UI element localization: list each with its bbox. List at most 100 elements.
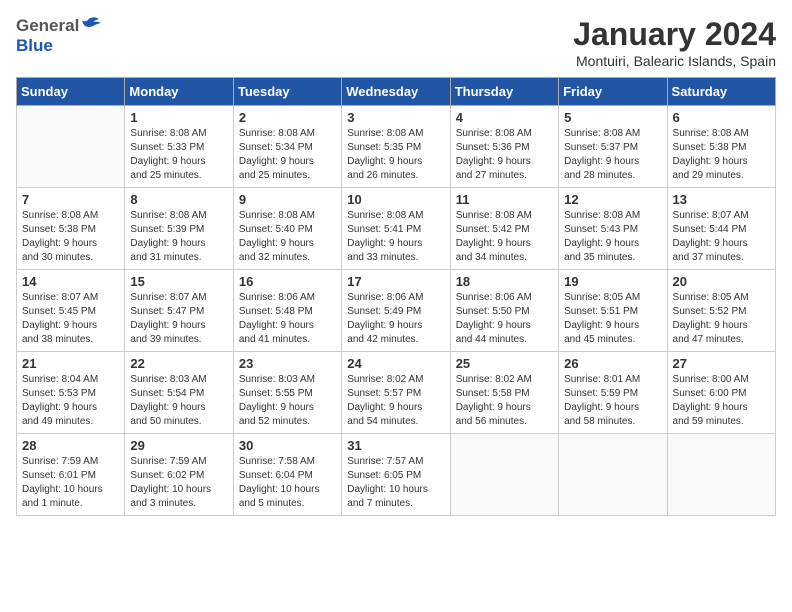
calendar-cell: 25 Sunrise: 8:02 AM Sunset: 5:58 PM Dayli… — [450, 352, 558, 434]
calendar-cell: 3 Sunrise: 8:08 AM Sunset: 5:35 PM Daylig… — [342, 106, 450, 188]
calendar-cell: 1Sunrise: 8:08 AM Sunset: 5:33 PM Daylig… — [125, 106, 233, 188]
day-number: 7 — [22, 192, 119, 207]
day-info: Sunrise: 8:08 AM Sunset: 5:42 PM Dayligh… — [456, 209, 553, 265]
calendar-cell: 14 Sunrise: 8:07 AM Sunset: 5:45 PM Dayli… — [17, 270, 125, 352]
day-number: 31 — [347, 438, 444, 453]
day-number: 10 — [347, 192, 444, 207]
calendar-cell: 16 Sunrise: 8:06 AM Sunset: 5:48 PM Dayli… — [233, 270, 341, 352]
day-number: 29 — [130, 438, 227, 453]
header-day-thursday: Thursday — [450, 78, 558, 106]
day-info: Sunrise: 8:08 AM Sunset: 5:37 PM Dayligh… — [564, 127, 661, 183]
week-row-4: 21 Sunrise: 8:04 AM Sunset: 5:53 PM Dayli… — [17, 352, 776, 434]
week-row-1: 1Sunrise: 8:08 AM Sunset: 5:33 PM Daylig… — [17, 106, 776, 188]
day-number: 6 — [673, 110, 770, 125]
header-row: SundayMondayTuesdayWednesdayThursdayFrid… — [17, 78, 776, 106]
day-info: Sunrise: 8:08 AM Sunset: 5:41 PM Dayligh… — [347, 209, 444, 265]
calendar-cell: 23 Sunrise: 8:03 AM Sunset: 5:55 PM Dayli… — [233, 352, 341, 434]
calendar-cell — [17, 106, 125, 188]
calendar-cell: 28 Sunrise: 7:59 AM Sunset: 6:01 PM Dayli… — [17, 434, 125, 516]
day-number: 8 — [130, 192, 227, 207]
day-number: 21 — [22, 356, 119, 371]
day-info: Sunrise: 8:08 AM Sunset: 5:34 PM Dayligh… — [239, 127, 336, 183]
logo-bird-icon — [81, 16, 101, 32]
calendar-cell: 2 Sunrise: 8:08 AM Sunset: 5:34 PM Daylig… — [233, 106, 341, 188]
header-day-sunday: Sunday — [17, 78, 125, 106]
day-number: 22 — [130, 356, 227, 371]
day-info: Sunrise: 8:07 AM Sunset: 5:47 PM Dayligh… — [130, 291, 227, 347]
day-number: 3 — [347, 110, 444, 125]
logo-general: General — [16, 16, 79, 36]
calendar-title: January 2024 — [573, 16, 776, 53]
calendar-cell: 13Sunrise: 8:07 AM Sunset: 5:44 PM Dayli… — [667, 188, 775, 270]
day-number: 28 — [22, 438, 119, 453]
day-number: 19 — [564, 274, 661, 289]
day-number: 14 — [22, 274, 119, 289]
day-info: Sunrise: 8:08 AM Sunset: 5:40 PM Dayligh… — [239, 209, 336, 265]
day-number: 15 — [130, 274, 227, 289]
week-row-5: 28 Sunrise: 7:59 AM Sunset: 6:01 PM Dayli… — [17, 434, 776, 516]
day-number: 16 — [239, 274, 336, 289]
calendar-cell: 30Sunrise: 7:58 AM Sunset: 6:04 PM Dayli… — [233, 434, 341, 516]
calendar-table: SundayMondayTuesdayWednesdayThursdayFrid… — [16, 77, 776, 516]
header-day-monday: Monday — [125, 78, 233, 106]
day-number: 11 — [456, 192, 553, 207]
week-row-2: 7Sunrise: 8:08 AM Sunset: 5:38 PM Daylig… — [17, 188, 776, 270]
day-info: Sunrise: 8:08 AM Sunset: 5:39 PM Dayligh… — [130, 209, 227, 265]
day-number: 5 — [564, 110, 661, 125]
calendar-cell: 21 Sunrise: 8:04 AM Sunset: 5:53 PM Dayli… — [17, 352, 125, 434]
day-number: 25 — [456, 356, 553, 371]
calendar-cell: 4 Sunrise: 8:08 AM Sunset: 5:36 PM Daylig… — [450, 106, 558, 188]
calendar-cell: 27 Sunrise: 8:00 AM Sunset: 6:00 PM Dayli… — [667, 352, 775, 434]
day-info: Sunrise: 8:04 AM Sunset: 5:53 PM Dayligh… — [22, 373, 119, 429]
day-number: 9 — [239, 192, 336, 207]
day-number: 24 — [347, 356, 444, 371]
day-info: Sunrise: 8:08 AM Sunset: 5:36 PM Dayligh… — [456, 127, 553, 183]
calendar-body: 1Sunrise: 8:08 AM Sunset: 5:33 PM Daylig… — [17, 106, 776, 516]
title-area: January 2024 Montuiri, Balearic Islands,… — [573, 16, 776, 69]
logo: General Blue — [16, 16, 101, 56]
day-info: Sunrise: 8:06 AM Sunset: 5:49 PM Dayligh… — [347, 291, 444, 347]
day-info: Sunrise: 8:06 AM Sunset: 5:48 PM Dayligh… — [239, 291, 336, 347]
calendar-cell — [667, 434, 775, 516]
calendar-header: SundayMondayTuesdayWednesdayThursdayFrid… — [17, 78, 776, 106]
calendar-cell: 7Sunrise: 8:08 AM Sunset: 5:38 PM Daylig… — [17, 188, 125, 270]
calendar-cell: 24 Sunrise: 8:02 AM Sunset: 5:57 PM Dayli… — [342, 352, 450, 434]
day-info: Sunrise: 8:07 AM Sunset: 5:45 PM Dayligh… — [22, 291, 119, 347]
logo-blue: Blue — [16, 36, 53, 55]
calendar-cell: 11 Sunrise: 8:08 AM Sunset: 5:42 PM Dayli… — [450, 188, 558, 270]
day-number: 18 — [456, 274, 553, 289]
calendar-cell: 20Sunrise: 8:05 AM Sunset: 5:52 PM Dayli… — [667, 270, 775, 352]
day-number: 23 — [239, 356, 336, 371]
week-row-3: 14 Sunrise: 8:07 AM Sunset: 5:45 PM Dayli… — [17, 270, 776, 352]
calendar-cell: 5 Sunrise: 8:08 AM Sunset: 5:37 PM Daylig… — [559, 106, 667, 188]
header-day-wednesday: Wednesday — [342, 78, 450, 106]
calendar-cell — [559, 434, 667, 516]
calendar-cell: 22Sunrise: 8:03 AM Sunset: 5:54 PM Dayli… — [125, 352, 233, 434]
header-day-saturday: Saturday — [667, 78, 775, 106]
calendar-cell: 19Sunrise: 8:05 AM Sunset: 5:51 PM Dayli… — [559, 270, 667, 352]
header-day-friday: Friday — [559, 78, 667, 106]
day-number: 2 — [239, 110, 336, 125]
day-info: Sunrise: 8:01 AM Sunset: 5:59 PM Dayligh… — [564, 373, 661, 429]
day-info: Sunrise: 8:02 AM Sunset: 5:57 PM Dayligh… — [347, 373, 444, 429]
day-info: Sunrise: 8:03 AM Sunset: 5:55 PM Dayligh… — [239, 373, 336, 429]
day-number: 4 — [456, 110, 553, 125]
day-info: Sunrise: 7:58 AM Sunset: 6:04 PM Dayligh… — [239, 455, 336, 511]
day-info: Sunrise: 7:59 AM Sunset: 6:02 PM Dayligh… — [130, 455, 227, 511]
day-info: Sunrise: 8:02 AM Sunset: 5:58 PM Dayligh… — [456, 373, 553, 429]
calendar-cell: 12Sunrise: 8:08 AM Sunset: 5:43 PM Dayli… — [559, 188, 667, 270]
calendar-cell: 10 Sunrise: 8:08 AM Sunset: 5:41 PM Dayli… — [342, 188, 450, 270]
day-info: Sunrise: 8:05 AM Sunset: 5:52 PM Dayligh… — [673, 291, 770, 347]
day-info: Sunrise: 8:08 AM Sunset: 5:38 PM Dayligh… — [673, 127, 770, 183]
calendar-subtitle: Montuiri, Balearic Islands, Spain — [573, 53, 776, 69]
calendar-cell: 18Sunrise: 8:06 AM Sunset: 5:50 PM Dayli… — [450, 270, 558, 352]
day-number: 13 — [673, 192, 770, 207]
calendar-cell: 15 Sunrise: 8:07 AM Sunset: 5:47 PM Dayli… — [125, 270, 233, 352]
day-info: Sunrise: 8:08 AM Sunset: 5:35 PM Dayligh… — [347, 127, 444, 183]
day-number: 27 — [673, 356, 770, 371]
header: General Blue January 2024 Montuiri, Bale… — [16, 16, 776, 69]
day-info: Sunrise: 8:00 AM Sunset: 6:00 PM Dayligh… — [673, 373, 770, 429]
calendar-cell: 26Sunrise: 8:01 AM Sunset: 5:59 PM Dayli… — [559, 352, 667, 434]
day-info: Sunrise: 7:59 AM Sunset: 6:01 PM Dayligh… — [22, 455, 119, 511]
calendar-cell — [450, 434, 558, 516]
